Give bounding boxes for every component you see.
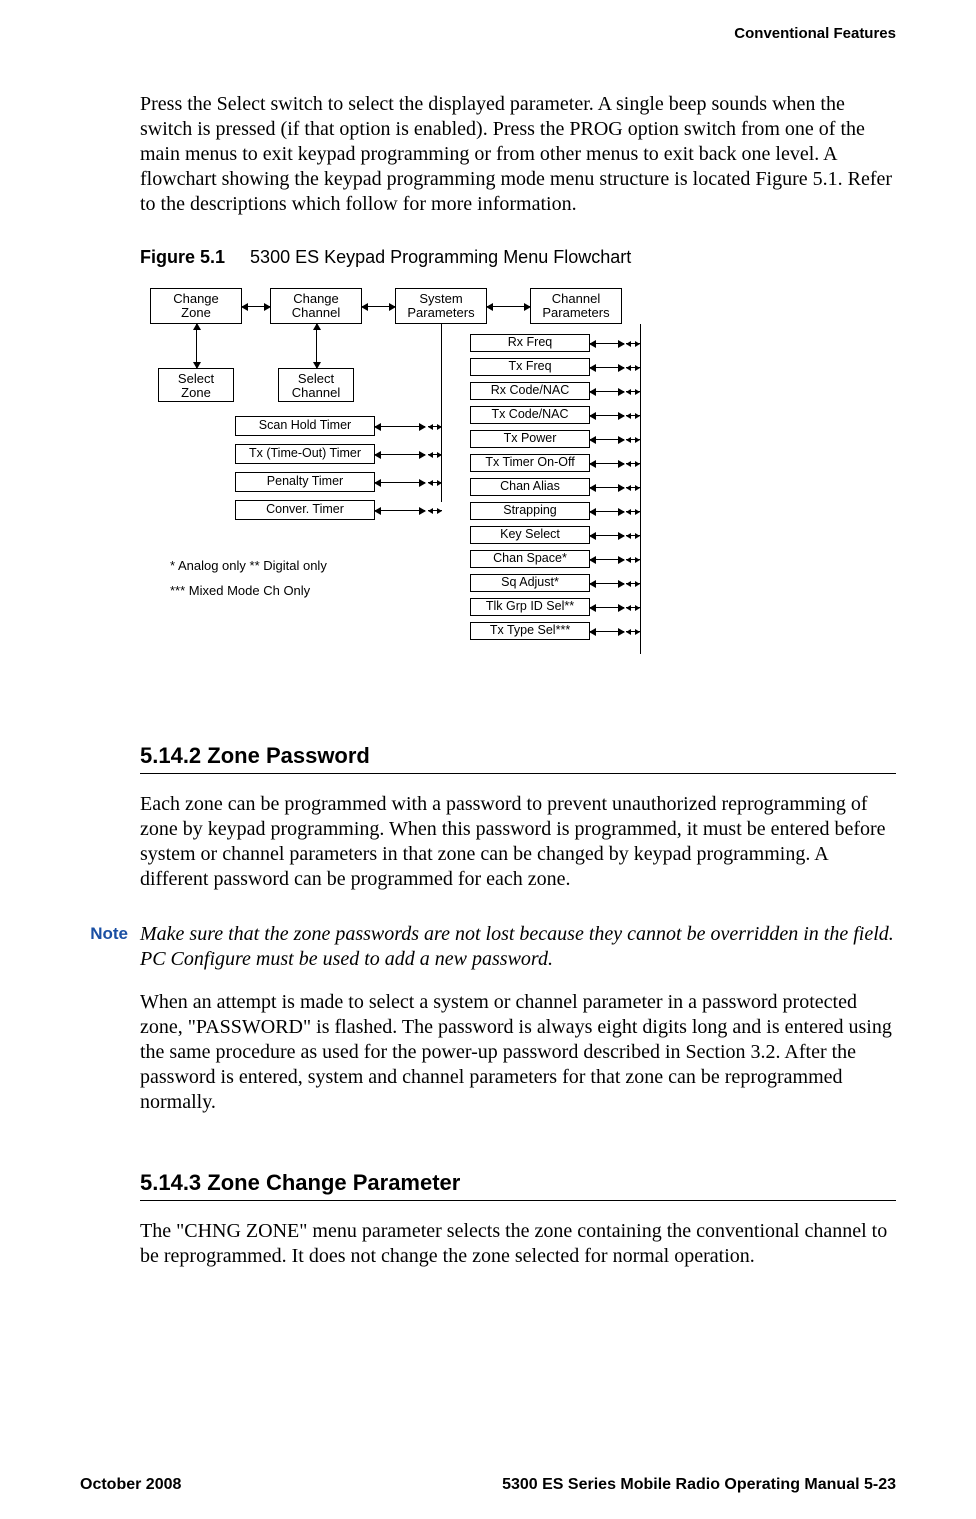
fc-sys-item: Tx (Time-Out) Timer [235, 444, 375, 464]
arrow-h-icon [375, 426, 425, 427]
arrow-h-icon [590, 487, 624, 488]
fc-chan-item: Chan Space* [470, 550, 590, 568]
fc-chan-item: Key Select [470, 526, 590, 544]
fc-legend-1: * Analog only ** Digital only [170, 558, 327, 573]
tick-icon [626, 607, 640, 608]
tick-icon [626, 535, 640, 536]
arrow-h-icon [590, 343, 624, 344]
fc-change-zone: ChangeZone [150, 288, 242, 324]
fc-chan-item: Sq Adjust* [470, 574, 590, 592]
footer-right: 5300 ES Series Mobile Radio Operating Ma… [502, 1476, 896, 1494]
tick-icon [626, 559, 640, 560]
tick-icon [626, 463, 640, 464]
note-label: Note [80, 922, 140, 972]
line-icon [441, 324, 442, 502]
arrow-h-icon [590, 415, 624, 416]
fc-chan-item: Chan Alias [470, 478, 590, 496]
arrow-v-icon [196, 324, 197, 368]
page-footer: October 2008 5300 ES Series Mobile Radio… [80, 1476, 896, 1494]
section-rule [140, 1200, 896, 1201]
intro-paragraph: Press the Select switch to select the di… [140, 92, 896, 217]
fc-chan-item: Tlk Grp ID Sel** [470, 598, 590, 616]
fc-chan-item: Tx Freq [470, 358, 590, 376]
tick-icon [626, 511, 640, 512]
figure-title: 5300 ES Keypad Programming Menu Flowchar… [250, 247, 631, 267]
fc-sys-item: Conver. Timer [235, 500, 375, 520]
fc-chan-item: Strapping [470, 502, 590, 520]
fc-chan-item: Rx Code/NAC [470, 382, 590, 400]
section-5143-head: 5.14.3 Zone Change Parameter [140, 1170, 896, 1196]
arrow-h-icon [362, 306, 395, 307]
tick-icon [626, 367, 640, 368]
tick-icon [626, 583, 640, 584]
section-5143-p1: The "CHNG ZONE" menu parameter selects t… [140, 1219, 896, 1269]
fc-chan-item: Tx Timer On-Off [470, 454, 590, 472]
arrow-h-icon [590, 559, 624, 560]
arrow-h-icon [375, 482, 425, 483]
arrow-h-icon [242, 306, 270, 307]
figure-caption: Figure 5.1 5300 ES Keypad Programming Me… [140, 247, 896, 268]
fc-select-zone: SelectZone [158, 368, 234, 402]
tick-icon [428, 426, 442, 427]
fc-chan-item: Rx Freq [470, 334, 590, 352]
arrow-h-icon [590, 583, 624, 584]
fc-chan-item: Tx Code/NAC [470, 406, 590, 424]
note-text: Make sure that the zone passwords are no… [140, 922, 896, 972]
arrow-h-icon [590, 535, 624, 536]
tick-icon [626, 391, 640, 392]
fc-channel-parameters: ChannelParameters [530, 288, 622, 324]
fc-system-parameters: SystemParameters [395, 288, 487, 324]
arrow-h-icon [590, 631, 624, 632]
fc-chan-item: Tx Type Sel*** [470, 622, 590, 640]
fc-select-channel: SelectChannel [278, 368, 354, 402]
arrow-h-icon [487, 306, 530, 307]
tick-icon [626, 631, 640, 632]
fc-sys-item: Penalty Timer [235, 472, 375, 492]
arrow-h-icon [590, 367, 624, 368]
figure-number: Figure 5.1 [140, 247, 225, 267]
line-icon [640, 324, 641, 654]
tick-icon [626, 439, 640, 440]
tick-icon [626, 415, 640, 416]
arrow-h-icon [375, 510, 425, 511]
tick-icon [428, 482, 442, 483]
section-rule [140, 773, 896, 774]
note-block: Note Make sure that the zone passwords a… [80, 922, 896, 972]
arrow-h-icon [590, 439, 624, 440]
arrow-h-icon [590, 463, 624, 464]
tick-icon [626, 487, 640, 488]
footer-left: October 2008 [80, 1476, 181, 1494]
arrow-h-icon [590, 607, 624, 608]
tick-icon [626, 343, 640, 344]
arrow-h-icon [590, 391, 624, 392]
fc-legend-2: *** Mixed Mode Ch Only [170, 583, 310, 598]
fc-change-channel: ChangeChannel [270, 288, 362, 324]
tick-icon [428, 510, 442, 511]
section-5142-p2: When an attempt is made to select a syst… [140, 990, 896, 1115]
fc-sys-item: Scan Hold Timer [235, 416, 375, 436]
fc-chan-item: Tx Power [470, 430, 590, 448]
section-5142-p1: Each zone can be programmed with a passw… [140, 792, 896, 892]
arrow-v-icon [316, 324, 317, 368]
section-5142-head: 5.14.2 Zone Password [140, 743, 896, 769]
running-header: Conventional Features [80, 25, 896, 42]
arrow-h-icon [590, 511, 624, 512]
arrow-h-icon [375, 454, 425, 455]
tick-icon [428, 454, 442, 455]
flowchart: ChangeZone ChangeChannel SystemParameter… [140, 288, 896, 688]
